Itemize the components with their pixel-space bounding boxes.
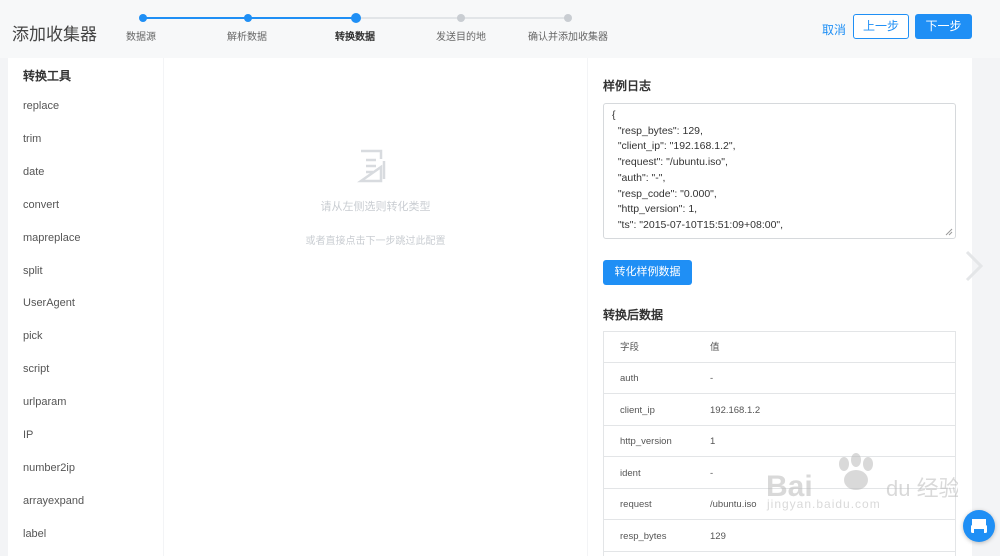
- document-icon: [357, 149, 386, 183]
- step-dot: [564, 14, 572, 22]
- value-cell: /ubuntu.iso: [710, 499, 757, 510]
- feedback-button[interactable]: [963, 510, 995, 542]
- log-line: "ts": "2015-07-10T15:51:09+08:00",: [612, 218, 784, 231]
- step-label: 数据源: [126, 32, 156, 43]
- tool-item[interactable]: label: [23, 528, 46, 540]
- value-cell: 192.168.1.2: [710, 404, 761, 416]
- tool-item[interactable]: mapreplace: [23, 232, 80, 244]
- resize-handle-icon[interactable]: [945, 228, 953, 236]
- svg-text:du 经验: du 经验: [886, 476, 958, 501]
- step-connector-done: [143, 17, 248, 19]
- tool-item[interactable]: split: [23, 265, 43, 277]
- step-progress: 数据源 解析数据 转换数据 发送目的地 确认并添加收集器: [0, 0, 620, 58]
- tool-item[interactable]: date: [23, 166, 44, 178]
- tool-item[interactable]: trim: [23, 133, 41, 145]
- step-label: 解析数据: [227, 32, 267, 43]
- log-line: "auth": "-",: [612, 171, 666, 184]
- cancel-button[interactable]: 取消: [822, 21, 846, 38]
- watermark-url: jingyan.baidu.com: [767, 497, 881, 511]
- log-line: "request": "/ubuntu.iso",: [612, 156, 728, 169]
- field-cell: auth: [620, 373, 639, 384]
- value-cell: 129: [710, 530, 726, 542]
- step-label: 确认并添加收集器: [528, 32, 608, 43]
- value-cell: -: [710, 373, 714, 384]
- table-row: auth -: [604, 363, 955, 394]
- transform-tools-sidebar: 转换工具 replace trim date convert mapreplace spl…: [8, 58, 163, 556]
- tool-item[interactable]: UserAgent: [23, 297, 75, 309]
- step-dot: [457, 14, 465, 22]
- convert-sample-button[interactable]: 转化样例数据: [603, 260, 692, 285]
- value-cell: 1: [710, 436, 716, 447]
- result-title: 转换后数据: [603, 308, 664, 322]
- table-header-row: 字段 值: [604, 332, 955, 363]
- log-line: "resp_code": "0.000",: [612, 187, 717, 200]
- step-label-active: 转换数据: [335, 32, 375, 43]
- log-line: "http_version": 1,: [612, 203, 698, 216]
- sample-log-content: { "resp_bytes": 129, "client_ip": "192.1…: [612, 108, 947, 234]
- next-step-button[interactable]: 下一步: [915, 14, 972, 39]
- field-cell: client_ip: [620, 404, 655, 416]
- printer-icon: [971, 519, 987, 534]
- tool-item[interactable]: script: [23, 363, 49, 375]
- empty-hint: 请从左侧选则转化类型: [320, 201, 431, 213]
- skip-hint: 或者直接点击下一步跳过此配置: [305, 236, 446, 247]
- transform-config-panel: 请从左侧选则转化类型 或者直接点击下一步跳过此配置: [164, 58, 587, 556]
- sample-log-title: 样例日志: [603, 79, 652, 93]
- log-line: "client_ip": "192.168.1.2",: [612, 140, 736, 153]
- prev-step-button[interactable]: 上一步: [853, 14, 909, 39]
- tool-item[interactable]: convert: [23, 199, 59, 211]
- tool-item[interactable]: replace: [23, 100, 59, 112]
- field-cell: ident: [620, 467, 641, 479]
- step-connector-todo: [461, 17, 568, 19]
- sample-log-textarea[interactable]: { "resp_bytes": 129, "client_ip": "192.1…: [603, 103, 956, 239]
- field-cell: http_version: [620, 436, 672, 447]
- header: 添加收集器 数据源 解析数据 转换数据 发送目的地 确认并添加收集器 取消 上一…: [0, 0, 1000, 58]
- app-root: 添加收集器 数据源 解析数据 转换数据 发送目的地 确认并添加收集器 取消 上一…: [0, 0, 1000, 556]
- tool-item[interactable]: arrayexpand: [23, 495, 84, 507]
- step-label: 发送目的地: [436, 32, 486, 43]
- tool-item[interactable]: urlparam: [23, 396, 66, 408]
- column-header-field: 字段: [620, 342, 640, 353]
- step-dot: [139, 14, 147, 22]
- log-line: {: [612, 109, 616, 121]
- step-dot-active: [351, 13, 361, 23]
- tool-item[interactable]: number2ip: [23, 462, 75, 474]
- field-cell: request: [620, 499, 652, 510]
- watermark: Bai du 经验 jingyan.baidu.com: [758, 452, 961, 542]
- field-cell: resp_bytes: [620, 530, 667, 542]
- table-row: client_ip 192.168.1.2: [604, 395, 955, 426]
- log-line: "resp_bytes": 129,: [612, 124, 703, 137]
- step-dot: [244, 14, 252, 22]
- column-header-value: 值: [710, 342, 720, 353]
- value-cell: -: [710, 467, 714, 479]
- step-connector-done: [248, 17, 356, 19]
- step-connector-todo: [356, 17, 461, 19]
- chevron-right-icon[interactable]: [962, 248, 986, 284]
- tool-item[interactable]: pick: [23, 330, 43, 342]
- tools-title: 转换工具: [23, 69, 72, 83]
- baidu-paw-logo: Bai du 经验: [766, 453, 961, 503]
- tool-item[interactable]: IP: [23, 429, 33, 441]
